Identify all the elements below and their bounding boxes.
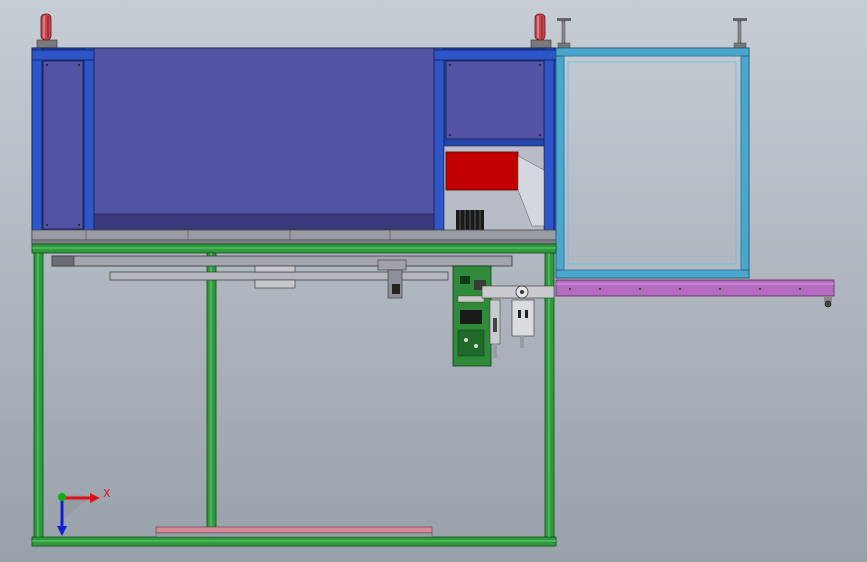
cad-viewport[interactable]: X: [0, 0, 867, 562]
bolt: [78, 64, 80, 66]
triad-x-label: X: [103, 487, 111, 500]
bolt: [78, 224, 80, 226]
main-cover-panel[interactable]: [93, 47, 435, 217]
base-pink-strip: [155, 526, 433, 538]
bolt: [539, 64, 541, 66]
red-block[interactable]: [445, 151, 519, 191]
bolt: [449, 64, 451, 66]
triad-z-axis: [58, 493, 66, 501]
bolt: [539, 134, 541, 136]
black-gear[interactable]: [456, 210, 484, 232]
bolt: [449, 134, 451, 136]
bolt: [46, 224, 48, 226]
main-panel-bottom-bar: [93, 213, 435, 231]
left-cover-panel[interactable]: [42, 60, 84, 230]
circuit-board[interactable]: [452, 265, 492, 367]
base-plate: [31, 229, 557, 245]
right-cover-panel[interactable]: [445, 60, 545, 140]
bolt: [46, 64, 48, 66]
